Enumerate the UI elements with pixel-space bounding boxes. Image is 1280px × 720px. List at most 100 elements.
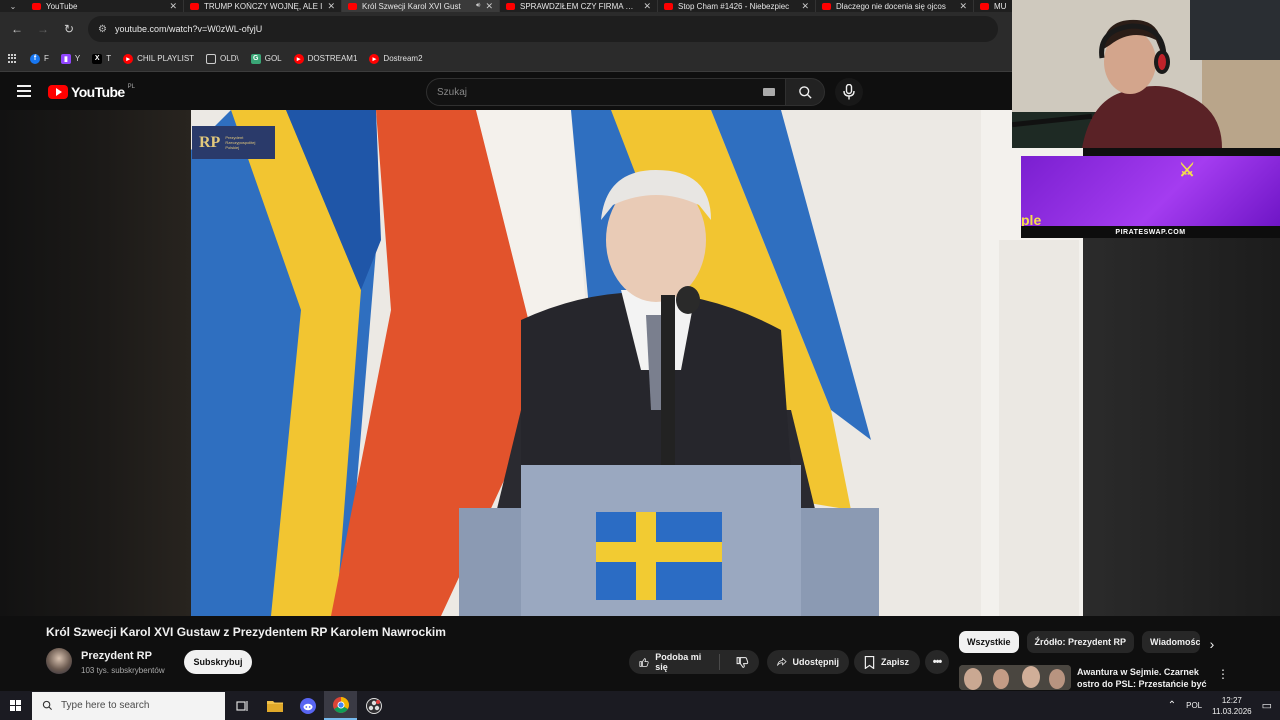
g-icon: G <box>250 53 261 64</box>
discord-button[interactable] <box>291 691 324 720</box>
notification-icon[interactable]: ▭ <box>1262 699 1272 712</box>
browser-tab[interactable]: MU <box>974 0 1014 12</box>
subscribe-button[interactable]: Subskrybuj <box>184 650 252 674</box>
close-icon[interactable]: ✕ <box>327 1 335 12</box>
chevron-up-icon[interactable]: ⌃ <box>1168 700 1176 711</box>
chip-all[interactable]: Wszystkie <box>959 631 1019 653</box>
browser-tab[interactable]: YouTube ✕ <box>26 0 184 12</box>
chrome-button[interactable] <box>324 691 357 720</box>
channel-avatar[interactable] <box>46 648 72 674</box>
bookmark-gol[interactable]: G GOL <box>250 53 282 64</box>
divider <box>719 654 720 670</box>
video-player[interactable]: RP Prezydent Rzeczypospolitej Polskiej <box>191 110 1083 616</box>
more-vertical-icon[interactable]: ⋮ <box>1217 666 1229 682</box>
save-button[interactable]: Zapisz <box>854 650 920 674</box>
youtube-icon: ▸ <box>293 53 304 64</box>
menu-icon[interactable] <box>17 85 31 97</box>
bookmark-chil-playlist[interactable]: ▸ CHIL PLAYLIST <box>123 53 194 64</box>
browser-tab[interactable]: Stop Cham #1426 - Niebezpiec ✕ <box>658 0 816 12</box>
search-icon <box>798 85 812 99</box>
chevron-right-icon[interactable]: › <box>1204 636 1220 652</box>
keyboard-icon[interactable] <box>763 88 775 96</box>
apps-grid-icon[interactable] <box>8 53 18 64</box>
browser-tab[interactable]: SPRAWDZIŁEM CZY FIRMA KAS ✕ <box>500 0 658 12</box>
video-title: Król Szwecji Karol XVI Gustaw z Prezyden… <box>46 625 446 639</box>
search-button[interactable] <box>785 78 825 106</box>
ambient-glow-right <box>1083 238 1280 616</box>
facebook-icon: f <box>30 53 40 64</box>
sponsor-banner: ⚔︎ ple PIRATESWAP.COM <box>1021 156 1280 238</box>
thumbs-up-icon <box>639 657 649 667</box>
reload-icon[interactable]: ↻ <box>58 18 80 40</box>
chrome-icon <box>332 696 349 713</box>
related-filter-chips: Wszystkie Źródło: Prezydent RP Wiadomośc… <box>959 631 1201 653</box>
chip-source[interactable]: Źródło: Prezydent RP <box>1026 631 1135 653</box>
forward-arrow-icon[interactable]: → <box>32 18 54 40</box>
bookmark-y[interactable]: ▮ Y <box>60 53 80 64</box>
youtube-icon <box>190 2 199 10</box>
search-icon <box>42 700 53 711</box>
start-button[interactable] <box>0 691 32 720</box>
screen: ⌄ YouTube ✕ TRUMP KOŃCZY WOJNĘ, ALE I ✕ Kr… <box>0 0 1280 720</box>
bookmark-t[interactable]: XT <box>92 53 111 64</box>
youtube-header: YouTube PL Szukaj <box>0 73 1012 110</box>
close-icon[interactable]: ✕ <box>169 1 177 12</box>
clock[interactable]: 12:27 11.03.2026 <box>1212 695 1251 717</box>
bookmark-folder-old[interactable]: OLD\ <box>206 53 239 64</box>
youtube-icon: ▸ <box>369 53 380 64</box>
share-button[interactable]: Udostępnij <box>767 650 849 674</box>
bookmark-dostream2[interactable]: ▸ Dostream2 <box>369 53 423 64</box>
webcam-image <box>1012 0 1280 148</box>
youtube-icon <box>980 2 989 10</box>
browser-tab[interactable]: Dlaczego nie docenia się ojcos ✕ <box>816 0 974 12</box>
bookmark-icon <box>864 655 875 669</box>
youtube-icon <box>664 2 673 10</box>
tab-search-button[interactable]: ⌄ <box>0 0 26 12</box>
bookmark-dostream1[interactable]: ▸ DOSTREAM1 <box>293 53 357 64</box>
webcam-overlay <box>1012 0 1280 148</box>
back-arrow-icon[interactable]: ← <box>6 18 28 40</box>
bookmark-f[interactable]: fF <box>30 53 49 64</box>
clock-date: 11.03.2026 <box>1212 706 1252 716</box>
youtube-play-icon <box>48 85 68 99</box>
taskbar-search-input[interactable]: Type here to search <box>32 691 225 720</box>
twitch-icon: ▮ <box>60 53 71 64</box>
youtube-logo[interactable]: YouTube PL <box>48 84 135 100</box>
thumbs-down-icon <box>736 656 749 668</box>
like-button[interactable]: Podoba mi się <box>629 650 713 674</box>
close-icon[interactable]: ✕ <box>959 1 967 12</box>
search-input[interactable]: Szukaj <box>426 78 788 106</box>
youtube-icon <box>32 2 41 10</box>
windows-taskbar: Type here to search ⌃ POL 12:27 11.03.20… <box>0 691 1280 720</box>
task-view-button[interactable] <box>225 691 258 720</box>
close-icon[interactable]: ✕ <box>643 1 651 12</box>
speaker-icon[interactable]: 🔊︎ <box>476 2 480 10</box>
folder-icon <box>266 701 283 712</box>
sponsor-banner-text: PIRATESWAP.COM <box>1021 226 1280 238</box>
file-explorer-button[interactable] <box>258 691 291 720</box>
youtube-icon: ▸ <box>123 53 134 64</box>
like-dislike-group: Podoba mi się <box>629 650 759 674</box>
more-actions-button[interactable]: ••• <box>925 650 949 674</box>
site-info-icon[interactable]: ⚙︎ <box>98 24 107 35</box>
close-icon[interactable]: ✕ <box>485 1 493 12</box>
bookmarks-bar: fF ▮ Y XT ▸ CHIL PLAYLIST OLD\ G GOL ▸ DOSTR… <box>0 46 1012 72</box>
pirateswap-logo-icon: ⚔︎ <box>1179 160 1196 180</box>
browser-tab-active[interactable]: Król Szwecji Karol XVI Gust 🔊︎ ✕ <box>342 0 500 12</box>
folder-icon <box>206 53 217 64</box>
thumbnail-image <box>959 665 1071 690</box>
dislike-button[interactable] <box>726 650 759 674</box>
chip-news[interactable]: Wiadomości <box>1142 631 1201 653</box>
url-input[interactable]: ⚙︎ youtube.com/watch?v=W0zWL-ofyjU <box>88 16 998 42</box>
browser-tab[interactable]: TRUMP KOŃCZY WOJNĘ, ALE I ✕ <box>184 0 342 12</box>
close-icon[interactable]: ✕ <box>801 1 809 12</box>
channel-name[interactable]: Prezydent RP <box>81 650 152 662</box>
obs-button[interactable] <box>357 691 390 720</box>
language-indicator[interactable]: POL <box>1186 701 1202 710</box>
clock-time: 12:27 <box>1221 695 1242 705</box>
recommendation-thumbnail[interactable] <box>959 665 1071 690</box>
youtube-icon <box>506 2 515 10</box>
address-bar-row: ← → ↻ ⚙︎ youtube.com/watch?v=W0zWL-ofyjU <box>0 12 1012 46</box>
windows-icon <box>10 699 22 712</box>
voice-search-button[interactable] <box>835 78 863 106</box>
